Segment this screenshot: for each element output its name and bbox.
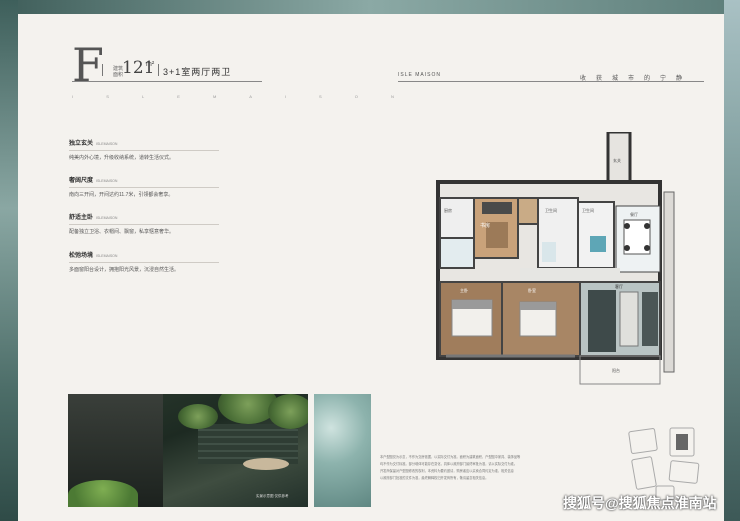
photo-caption: 实景示意图 仅供参考	[256, 494, 289, 498]
feature-rule	[69, 262, 219, 263]
feature-master: 舒适主卧 ISLEMAISON 配备独立卫浴、衣帽间、飘窗，私享惬意奢华。	[69, 212, 249, 235]
floor-plan: 书房 卫生间 卫生间 餐厅 厨房 主卧 卧室 客厅 阳台 玄关	[430, 130, 677, 392]
room-label-master: 主卧	[460, 287, 468, 293]
watermark: 搜狐号@搜狐焦点淮南站	[563, 495, 717, 511]
key-plan-svg	[628, 427, 700, 501]
feature-en: ISLEMAISON	[96, 254, 118, 258]
feature-title: 独立玄关 ISLEMAISON	[69, 138, 249, 147]
photo-tree	[178, 404, 218, 429]
disclaimer-line: 均不作为交付标准。部分墙体可能存在变化，具体以政府部门最终审批为准，请以实际交付…	[380, 462, 518, 466]
room-label-entry: 玄关	[613, 157, 621, 163]
feature-en: ISLEMAISON	[96, 142, 118, 146]
dot-letters: I S L E M A I S O N	[72, 94, 410, 99]
photo-bush	[68, 480, 138, 507]
photo-tree	[268, 394, 308, 429]
floor-plan-svg: 书房 卫生间 卫生间 餐厅 厨房 主卧 卧室 客厅 阳台 玄关	[430, 130, 677, 392]
feature-desc: 纯美内外心境，升级收纳系统，道转生活仪式。	[69, 155, 175, 161]
header-rule-left	[72, 81, 262, 82]
garden-photo	[68, 394, 308, 507]
feature-rule	[69, 224, 219, 225]
room-label-bath2: 卫生间	[582, 207, 594, 213]
feature-en: ISLEMAISON	[96, 216, 118, 220]
room-label-bath1: 卫生间	[545, 207, 557, 213]
feature-scale: 奢阔尺度 ISLEMAISON 南向三开间，开间达约11.7米，引领都会奢享。	[69, 175, 249, 198]
feature-balcony: 松弛场境 ISLEMAISON 多面窗阳台设计，拥抱阳光风景，沉浸自然生活。	[69, 250, 249, 273]
frame-left	[0, 0, 18, 521]
frame-top	[0, 0, 740, 14]
feature-desc: 南向三开间，开间达约11.7米，引领都会奢享。	[69, 192, 174, 198]
photo-steps	[198, 424, 298, 464]
room-label-dining: 餐厅	[630, 211, 638, 217]
feature-title-text: 舒适主卧	[69, 215, 94, 221]
feature-title: 奢阔尺度 ISLEMAISON	[69, 175, 249, 184]
brochure-page: F 建筑 面积 121 m² 3+1室两厅两卫 I S L E M A I S …	[18, 14, 724, 521]
room-label-bedroom: 卧室	[528, 287, 536, 293]
feature-title-text: 独立玄关	[69, 141, 94, 147]
key-plan	[626, 424, 711, 504]
disclaimer-line: 本户型图仅为示意，不作为交房依据，以实际交付为准。面积为建筑面积，户型图中家具、…	[380, 455, 521, 459]
feature-title: 舒适主卧 ISLEMAISON	[69, 212, 249, 221]
feature-en: ISLEMAISON	[96, 179, 118, 183]
photo-stone	[243, 458, 289, 470]
feature-entry: 独立玄关 ISLEMAISON 纯美内外心境，升级收纳系统，道转生活仪式。	[69, 138, 249, 161]
feature-desc: 配备独立卫浴、衣帽间、飘窗，私享惬意奢华。	[69, 229, 175, 235]
disclaimer-text: 本户型图仅为示意，不作为交房依据，以实际交付为准。面积为建筑面积，户型图中家具、…	[380, 454, 600, 482]
feature-title-text: 奢阔尺度	[69, 178, 94, 184]
room-label-study: 书房	[480, 222, 490, 229]
water-photo	[314, 394, 371, 507]
disclaimer-line: 开发商保留对户型图修改的权利，本资料为要约邀请，购房者应以买卖合同约定为准，相关…	[380, 469, 514, 473]
room-label-living: 客厅	[615, 283, 623, 289]
disclaimer-line: 以政府部门批准的文件为准，最终解释权归开发商所有，敬请留意相关信息。	[380, 476, 489, 480]
feature-title-text: 松弛场境	[69, 253, 94, 259]
unit-letter: F	[72, 38, 105, 92]
feature-title: 松弛场境 ISLEMAISON	[69, 250, 249, 259]
room-label-kitchen: 厨房	[444, 207, 452, 213]
area-unit: m²	[146, 61, 155, 68]
feature-desc: 多面窗阳台设计，拥抱阳光风景，沉浸自然生活。	[69, 267, 180, 273]
brand-name: ISLE MAISON	[398, 72, 441, 78]
room-label-balcony: 阳台	[612, 367, 620, 373]
divider	[102, 64, 103, 76]
frame-right	[724, 0, 740, 521]
room-type: 3+1室两厅两卫	[163, 67, 232, 77]
header-rule-right	[398, 81, 704, 82]
divider	[158, 64, 159, 76]
feature-rule	[69, 187, 219, 188]
feature-rule	[69, 150, 219, 151]
